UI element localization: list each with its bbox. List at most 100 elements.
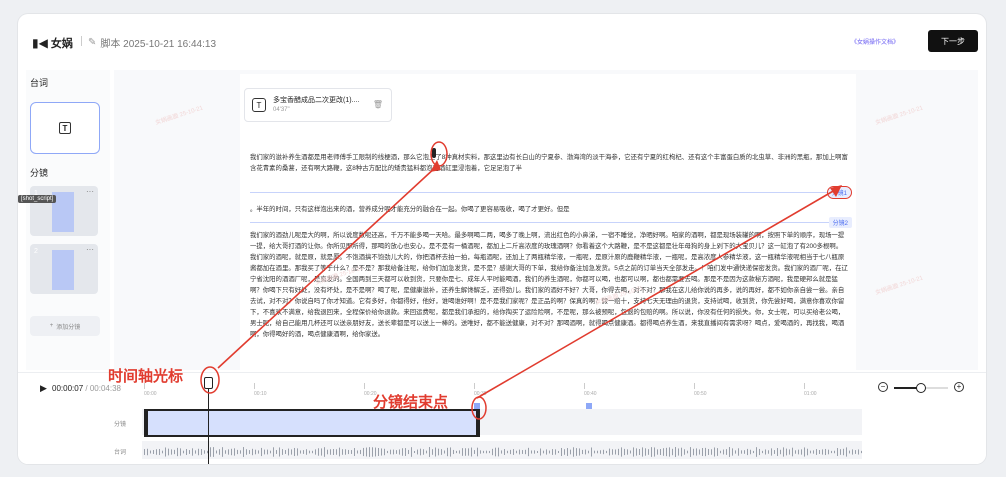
timeline-cursor-handle[interactable] [204,377,213,389]
app-window: ▮◀ 女娲 ✎ 脚本 2025-10-21 16:44:13 《女娲操作文档》 … [18,14,986,464]
waveform-bar [630,450,631,454]
waveform-bar [720,450,721,454]
waveform-bar [279,447,280,457]
segment-end-handle[interactable] [476,409,480,437]
waveform-bar [732,448,733,456]
zoom-out-icon[interactable]: − [878,382,888,392]
waveform-bar [291,449,292,455]
waveform-bar [363,447,364,457]
segment-end-annotation-label: 分镜结束点 [373,394,449,411]
add-shot-button[interactable]: + 添加分镜 [30,316,100,336]
waveform-bar [201,449,202,455]
waveform-bar [192,448,193,456]
waveform-bar [168,448,169,456]
waveform-bar [297,448,298,456]
waveform-bar [858,449,859,455]
shot-card-1[interactable]: 1 ··· [30,186,98,236]
shot-tag-2[interactable]: 分镜2 [828,217,852,228]
waveform-bar [564,449,565,455]
waveform-bar [204,450,205,454]
play-icon[interactable]: ▶ [40,383,47,394]
audio-waveform[interactable] [144,445,864,459]
waveform-bar [603,449,604,455]
waveform-bar [738,448,739,456]
waveform-bar [825,448,826,456]
shot-tag-1[interactable]: 分镜1 [826,186,852,199]
waveform-bar [699,449,700,455]
zoom-in-icon[interactable]: + [954,382,964,392]
waveform-bar [294,447,295,457]
segment-end-marker[interactable] [586,403,592,409]
waveform-bar [249,450,250,454]
waveform-bar [231,448,232,456]
script-title[interactable]: ✎ 脚本 2025-10-21 16:44:13 [88,35,216,50]
waveform-bar [672,448,673,456]
waveform-bar [237,449,238,455]
waveform-bar [255,449,256,455]
shot-number: 2 [34,248,38,255]
zoom-slider[interactable] [894,383,948,393]
waveform-bar [474,450,475,454]
waveform-bar [309,450,310,454]
waveform-bar [801,449,802,455]
waveform-bar [621,447,622,457]
script-paragraph-3[interactable]: 我们家的酒劲儿呢是大的啊，所以说度数呢还高，千万不能多喝一天哈。最多啊喝二两，喝… [250,230,848,370]
waveform-bar [465,448,466,456]
waveform-bar [216,450,217,454]
waveform-bar [468,448,469,456]
waveform-bar [438,448,439,456]
waveform-bar [855,450,856,454]
waveform-bar [543,450,544,454]
waveform-bar [780,449,781,455]
waveform-bar [717,448,718,456]
more-icon[interactable]: ··· [86,187,94,196]
waveform-bar [690,447,691,457]
audio-file-card[interactable]: T 多宝香醋成品二次更改(1).... 04'37" 🗑 [244,88,392,122]
add-text-card[interactable]: T [30,102,100,154]
waveform-bar [153,450,154,454]
waveform-bar [150,450,151,454]
waveform-bar [288,448,289,456]
shot-segment[interactable] [144,409,480,437]
shot-card-2[interactable]: 2 ··· [30,244,98,294]
waveform-bar [828,449,829,455]
waveform-bar [768,450,769,454]
waveform-bar [177,447,178,457]
waveform-bar [594,450,595,454]
waveform-bar [660,449,661,455]
waveform-bar [831,450,832,454]
time-ruler[interactable]: 00:00 00:10 00:20 00:30 00:40 00:50 01:0… [144,381,864,399]
waveform-bar [450,447,451,457]
next-step-button[interactable]: 下一步 [928,30,978,52]
script-paragraph-1[interactable]: 我们家的滋补养生酒都是用老师傅手工限制的线梗酒，那么它泡上了8种真材实料，那这里… [250,152,848,186]
waveform-bar [312,450,313,454]
waveform-bar [426,450,427,454]
waveform-bar [522,450,523,454]
waveform-bar [609,448,610,456]
segment-start-handle[interactable] [144,409,148,437]
shot-tooltip: [shot_script] [18,195,57,203]
more-icon[interactable]: ··· [86,245,94,254]
waveform-bar [435,447,436,457]
waveform-bar [771,448,772,456]
waveform-bar [234,448,235,456]
waveform-bar [351,450,352,454]
waveform-bar [597,450,598,454]
line-track-label: 台词 [114,450,127,456]
app-logo[interactable]: ▮◀ 女娲 [32,35,73,51]
script-title-text: 脚本 2025-10-21 16:44:13 [100,39,217,50]
lines-section-title: 台词 [30,78,49,88]
waveform-bar [186,449,187,455]
script-paragraph-2[interactable]: 。半年的时间，只有这样泡出来的酒，营养成分呢才能充分的融合在一起。你喝了更容易吸… [250,204,848,216]
help-doc-link[interactable]: 《女娲操作文档》 [851,37,899,46]
waveform-bar [573,447,574,457]
waveform-bar [537,450,538,454]
waveform-bar [159,448,160,456]
waveform-bar [252,448,253,456]
segment-end-marker[interactable] [474,403,480,409]
waveform-bar [552,449,553,455]
header-divider [81,36,82,46]
trash-icon[interactable]: 🗑 [373,100,383,109]
zoom-slider-knob[interactable] [916,383,926,393]
waveform-bar [399,449,400,455]
